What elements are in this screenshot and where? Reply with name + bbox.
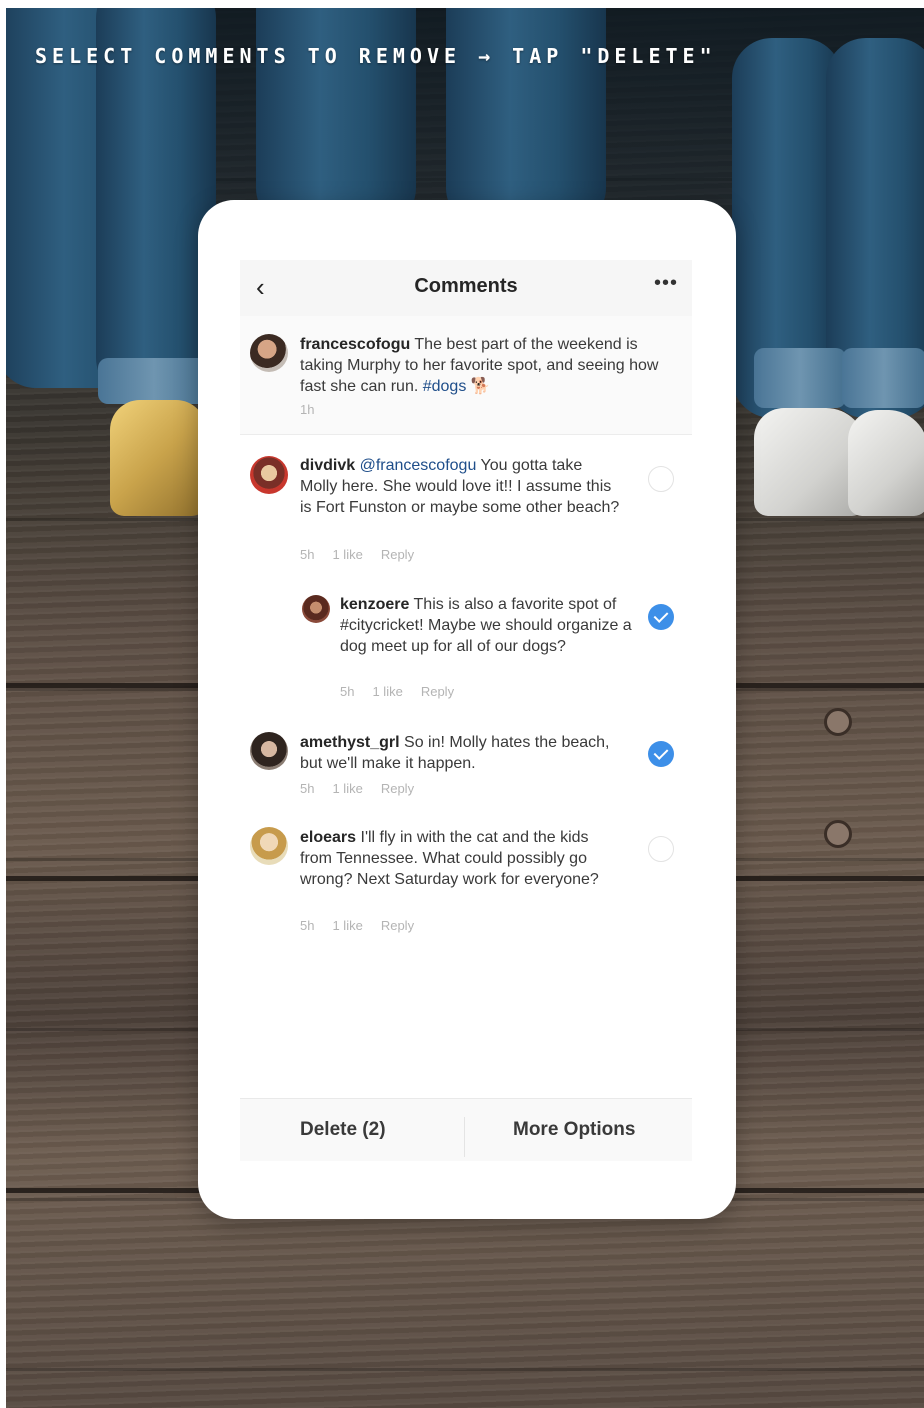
caption-time: 1h xyxy=(300,402,315,417)
comment-time: 5h xyxy=(300,781,315,796)
comment-meta: 5h 1 like Reply xyxy=(300,918,432,933)
select-checkbox[interactable] xyxy=(648,836,674,862)
comment-meta: 5h 1 like Reply xyxy=(300,547,432,562)
comment-text: kenzoere This is also a favorite spot of… xyxy=(340,594,632,657)
select-checkbox[interactable] xyxy=(648,604,674,630)
dog-emoji: 🐕 xyxy=(470,378,491,395)
hashtag-link[interactable]: #dogs xyxy=(423,378,467,395)
comment-meta: 5h 1 like Reply xyxy=(340,684,472,699)
nav-bar: ‹ Comments ••• xyxy=(240,260,692,316)
gold-sneaker xyxy=(110,400,206,516)
white-sneaker xyxy=(848,410,924,516)
ellipsis-icon[interactable]: ••• xyxy=(654,272,678,295)
comment-text: eloears I'll fly in with the cat and the… xyxy=(300,827,620,890)
post-caption: francescofogu The best part of the weeke… xyxy=(240,316,692,435)
jeans-cuff xyxy=(842,348,924,408)
avatar[interactable] xyxy=(250,732,288,770)
toolbar-divider xyxy=(464,1117,465,1157)
comments-screen: ‹ Comments ••• francescofogu The best pa… xyxy=(240,260,692,1161)
comment-time: 5h xyxy=(300,547,315,562)
avatar[interactable] xyxy=(250,827,288,865)
comment-time: 5h xyxy=(300,918,315,933)
reply-link[interactable]: Reply xyxy=(421,684,454,699)
comment-meta: 5h 1 like Reply xyxy=(300,781,432,796)
headline: SELECT COMMENTS TO REMOVE → TAP "DELETE" xyxy=(35,44,717,68)
jeans-leg xyxy=(446,8,606,228)
comment-text: amethyst_grl So in! Molly hates the beac… xyxy=(300,732,620,774)
jeans-leg xyxy=(256,8,416,228)
select-checkbox[interactable] xyxy=(648,741,674,767)
like-count[interactable]: 1 like xyxy=(332,547,362,562)
like-count[interactable]: 1 like xyxy=(332,781,362,796)
wood-knot xyxy=(824,820,852,848)
reply-link[interactable]: Reply xyxy=(381,547,414,562)
jeans-cuff xyxy=(98,358,210,404)
caption-text: francescofogu The best part of the weeke… xyxy=(300,334,678,397)
comment-username[interactable]: kenzoere xyxy=(340,596,409,613)
wood-knot xyxy=(824,708,852,736)
action-toolbar: Delete (2) More Options xyxy=(240,1098,692,1161)
select-checkbox[interactable] xyxy=(648,466,674,492)
comment-username[interactable]: divdivk xyxy=(300,457,355,474)
avatar[interactable] xyxy=(250,456,288,494)
comment-username[interactable]: eloears xyxy=(300,829,356,846)
delete-button[interactable]: Delete (2) xyxy=(300,1119,386,1141)
reply-link[interactable]: Reply xyxy=(381,918,414,933)
comment-username[interactable]: amethyst_grl xyxy=(300,734,400,751)
jeans-cuff xyxy=(754,348,846,408)
reply-link[interactable]: Reply xyxy=(381,781,414,796)
page-title: Comments xyxy=(414,275,518,297)
avatar[interactable] xyxy=(302,595,330,623)
phone-card: ‹ Comments ••• francescofogu The best pa… xyxy=(198,200,736,1219)
comment-time: 5h xyxy=(340,684,355,699)
mention-link[interactable]: @francescofogu xyxy=(360,457,477,474)
comment-text: divdivk @francescofogu You gotta take Mo… xyxy=(300,455,620,518)
avatar[interactable] xyxy=(250,334,288,372)
more-options-button[interactable]: More Options xyxy=(513,1119,635,1141)
like-count[interactable]: 1 like xyxy=(332,918,362,933)
like-count[interactable]: 1 like xyxy=(372,684,402,699)
caption-username[interactable]: francescofogu xyxy=(300,336,410,353)
